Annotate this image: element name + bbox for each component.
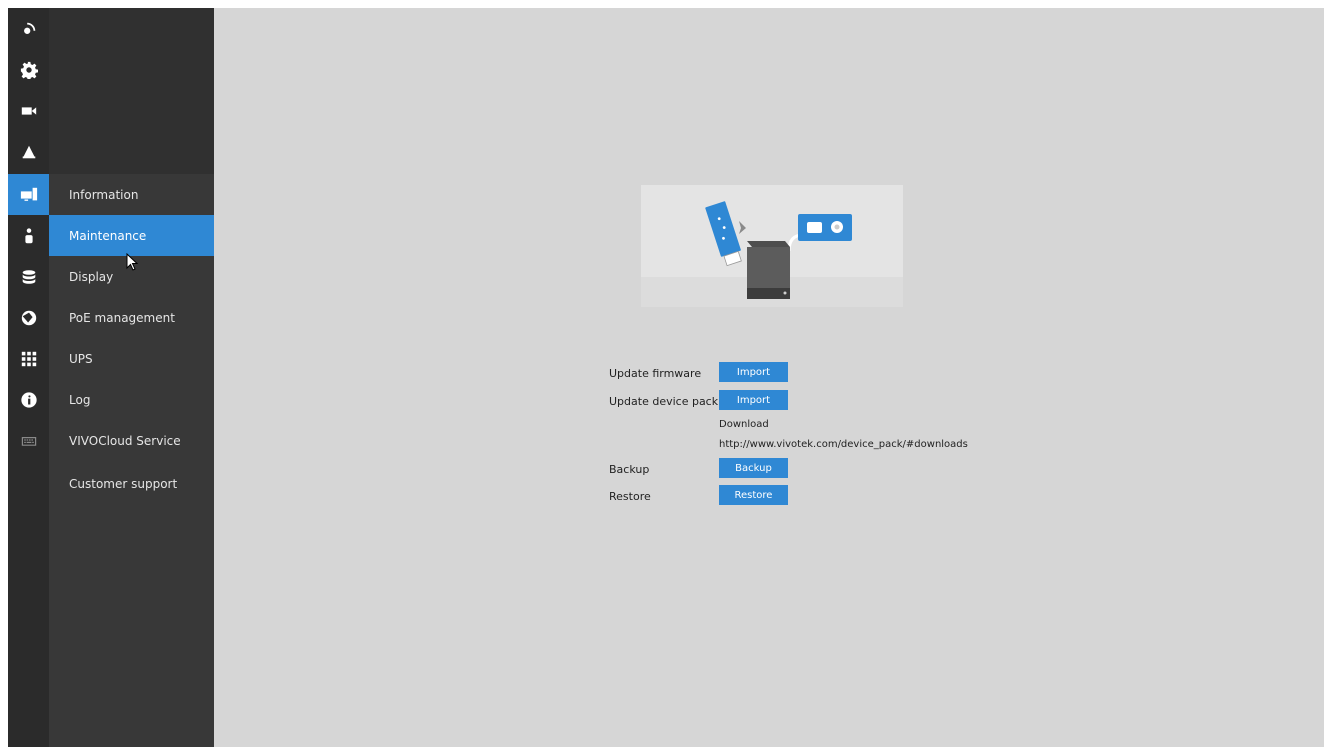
bell-icon[interactable] (8, 131, 49, 172)
submenu-item-label: Maintenance (69, 228, 147, 243)
submenu-item-poe-management[interactable]: PoE management (49, 297, 214, 338)
storage-icon[interactable] (8, 256, 49, 297)
submenu-item-label: Log (69, 392, 91, 407)
download-label: Download (719, 419, 769, 430)
submenu-header-area (49, 8, 214, 174)
mouse-cursor-icon (126, 253, 139, 271)
submenu-item-label: PoE management (69, 310, 175, 325)
keyboard-icon[interactable] (8, 420, 49, 461)
submenu-item-label: Information (69, 187, 139, 202)
submenu-item-label: UPS (69, 351, 93, 366)
gear-icon[interactable] (8, 49, 49, 90)
backup-label: Backup (609, 463, 650, 476)
system-submenu: Information Maintenance Display PoE mana… (49, 8, 214, 747)
system-icon[interactable] (8, 174, 49, 215)
submenu-item-label: Customer support (69, 476, 178, 491)
submenu-item-maintenance[interactable]: Maintenance (49, 215, 214, 256)
liveview-icon[interactable] (8, 8, 49, 49)
icon-sidebar (8, 8, 49, 747)
submenu-item-label: VIVOCloud Service (69, 433, 181, 448)
info-icon[interactable] (8, 379, 49, 420)
restore-button[interactable]: Restore (719, 485, 788, 505)
app-frame: Information Maintenance Display PoE mana… (8, 8, 1324, 747)
user-icon[interactable] (8, 215, 49, 256)
restore-label: Restore (609, 490, 651, 503)
camera-icon[interactable] (8, 90, 49, 131)
update-device-pack-import-button[interactable]: Import (719, 390, 788, 410)
submenu-item-vivocloud-service[interactable]: VIVOCloud Service (49, 420, 214, 461)
update-device-pack-label: Update device pack (609, 395, 719, 408)
apps-icon[interactable] (8, 338, 49, 379)
submenu-item-ups[interactable]: UPS (49, 338, 214, 379)
download-link[interactable]: http://www.vivotek.com/device_pack/#down… (719, 439, 968, 450)
network-icon[interactable] (8, 297, 49, 338)
backup-button[interactable]: Backup (719, 458, 788, 478)
update-firmware-import-button[interactable]: Import (719, 362, 788, 382)
submenu-item-information[interactable]: Information (49, 174, 214, 215)
submenu-item-customer-support[interactable]: Customer support (49, 463, 214, 504)
submenu-item-label: Display (69, 269, 114, 284)
submenu-item-log[interactable]: Log (49, 379, 214, 420)
update-firmware-label: Update firmware (609, 367, 702, 380)
maintenance-illustration (641, 185, 903, 307)
